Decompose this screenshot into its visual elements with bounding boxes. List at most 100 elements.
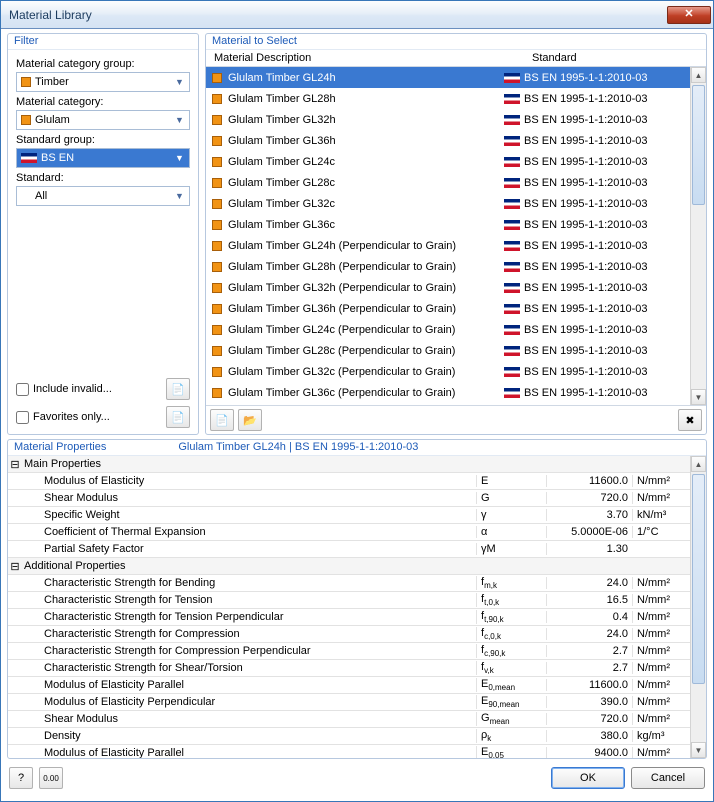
material-list-scrollbar[interactable]: ▲ ▼ <box>690 67 706 405</box>
material-row[interactable]: Glulam Timber GL32hBS EN 1995-1-1:2010-0… <box>206 109 690 130</box>
uk-flag-icon <box>504 325 520 335</box>
chevron-down-icon: ▼ <box>172 153 187 163</box>
material-standard: BS EN 1995-1-1:2010-03 <box>524 93 690 105</box>
uk-flag-icon <box>504 157 520 167</box>
include-invalid-checkbox[interactable] <box>16 383 29 396</box>
select-heading: Material to Select <box>206 34 706 50</box>
scroll-up-button[interactable]: ▲ <box>691 456 706 472</box>
window-title: Material Library <box>9 8 667 22</box>
prop-name: Characteristic Strength for Compression … <box>22 645 476 657</box>
material-swatch-icon <box>212 157 222 167</box>
material-row[interactable]: Glulam Timber GL28hBS EN 1995-1-1:2010-0… <box>206 88 690 109</box>
material-description: Glulam Timber GL24h <box>228 72 504 84</box>
favorites-only-checkbox[interactable] <box>16 411 29 424</box>
ok-button[interactable]: OK <box>551 767 625 789</box>
material-row[interactable]: Glulam Timber GL36h (Perpendicular to Gr… <box>206 298 690 319</box>
material-library-window: Material Library ✕ Filter Material categ… <box>0 0 714 802</box>
prop-unit: kN/m³ <box>632 509 690 521</box>
material-description: Glulam Timber GL36h (Perpendicular to Gr… <box>228 303 504 315</box>
props-section-header[interactable]: ⊟Main Properties <box>8 456 690 473</box>
prop-symbol: ρk <box>476 729 546 743</box>
prop-unit: N/mm² <box>632 679 690 691</box>
material-row[interactable]: Glulam Timber GL32c (Perpendicular to Gr… <box>206 361 690 382</box>
material-swatch-icon <box>212 136 222 146</box>
props-section-header[interactable]: ⊟Additional Properties <box>8 558 690 575</box>
material-row[interactable]: Glulam Timber GL24c (Perpendicular to Gr… <box>206 319 690 340</box>
new-material-button[interactable]: 📄 <box>210 409 234 431</box>
props-scrollbar[interactable]: ▲ ▼ <box>690 456 706 758</box>
material-row[interactable]: Glulam Timber GL28c (Perpendicular to Gr… <box>206 340 690 361</box>
col-description[interactable]: Material Description <box>214 52 532 64</box>
prop-unit: N/mm² <box>632 645 690 657</box>
scroll-thumb[interactable] <box>692 85 705 205</box>
collapse-icon[interactable]: ⊟ <box>8 560 22 573</box>
prop-unit: kg/m³ <box>632 730 690 742</box>
property-row: Partial Safety FactorγM1.30 <box>8 541 690 558</box>
window-body: Filter Material category group: Timber ▼… <box>1 29 713 801</box>
material-row[interactable]: Glulam Timber GL24hBS EN 1995-1-1:2010-0… <box>206 67 690 88</box>
material-row[interactable]: Glulam Timber GL20cBS EN 14080:2013-08 <box>206 403 690 405</box>
scroll-down-button[interactable]: ▼ <box>691 389 706 405</box>
material-description: Glulam Timber GL28c <box>228 177 504 189</box>
cat-group-value: Timber <box>35 76 168 88</box>
cat-group-combo[interactable]: Timber ▼ <box>16 72 190 92</box>
material-list: Glulam Timber GL24h BS EN 1995-1-1:2010-0… <box>206 67 706 405</box>
material-row[interactable]: Glulam Timber GL24cBS EN 1995-1-1:2010-0… <box>206 151 690 172</box>
material-description: Glulam Timber GL36c <box>228 219 504 231</box>
prop-name: Modulus of Elasticity Parallel <box>22 747 476 758</box>
chevron-down-icon: ▼ <box>172 77 187 87</box>
std-label: Standard: <box>16 172 190 184</box>
material-row[interactable]: Glulam Timber GL28h (Perpendicular to Gr… <box>206 256 690 277</box>
prop-symbol: E0,05 <box>476 746 546 758</box>
material-description: Glulam Timber GL24h (Perpendicular to Gr… <box>228 240 504 252</box>
material-row[interactable]: Glulam Timber GL36hBS EN 1995-1-1:2010-0… <box>206 130 690 151</box>
collapse-icon[interactable]: ⊟ <box>8 458 22 471</box>
material-standard: BS EN 1995-1-1:2010-03 <box>524 387 690 399</box>
std-combo[interactable]: All ▼ <box>16 186 190 206</box>
material-row[interactable]: Glulam Timber GL24h (Perpendicular to Gr… <box>206 235 690 256</box>
scroll-down-button[interactable]: ▼ <box>691 742 706 758</box>
material-row[interactable]: Glulam Timber GL32h (Perpendicular to Gr… <box>206 277 690 298</box>
material-row[interactable]: Glulam Timber GL32cBS EN 1995-1-1:2010-0… <box>206 193 690 214</box>
material-row[interactable]: Glulam Timber GL36c (Perpendicular to Gr… <box>206 382 690 403</box>
prop-unit: N/mm² <box>632 577 690 589</box>
material-row[interactable]: Glulam Timber GL28cBS EN 1995-1-1:2010-0… <box>206 172 690 193</box>
material-standard: BS EN 1995-1-1:2010-03 <box>524 303 690 315</box>
prop-name: Characteristic Strength for Compression <box>22 628 476 640</box>
prop-symbol: γ <box>476 509 546 521</box>
property-row: Modulus of ElasticityE11600.0N/mm² <box>8 473 690 490</box>
material-swatch-icon <box>212 304 222 314</box>
material-standard: BS EN 1995-1-1:2010-03 <box>524 345 690 357</box>
std-value: All <box>35 190 168 202</box>
scroll-thumb[interactable] <box>692 474 705 684</box>
material-swatch-icon <box>212 73 222 83</box>
col-standard[interactable]: Standard <box>532 52 702 64</box>
material-description: Glulam Timber GL28h (Perpendicular to Gr… <box>228 261 504 273</box>
include-invalid-options-button[interactable]: 📄 <box>166 378 190 400</box>
prop-name: Characteristic Strength for Tension <box>22 594 476 606</box>
cat-label: Material category: <box>16 96 190 108</box>
titlebar[interactable]: Material Library ✕ <box>1 1 713 29</box>
cancel-button[interactable]: Cancel <box>631 767 705 789</box>
delete-material-button[interactable]: ✖ <box>678 409 702 431</box>
units-button[interactable]: 0.00 <box>39 767 63 789</box>
chevron-down-icon: ▼ <box>172 115 187 125</box>
close-button[interactable]: ✕ <box>667 6 711 24</box>
std-group-combo[interactable]: BS EN ▼ <box>16 148 190 168</box>
cat-combo[interactable]: Glulam ▼ <box>16 110 190 130</box>
material-standard: BS EN 1995-1-1:2010-03 <box>524 282 690 294</box>
material-description: Glulam Timber GL36h <box>228 135 504 147</box>
favorites-only-label: Favorites only... <box>33 411 110 423</box>
material-swatch-icon <box>212 388 222 398</box>
open-folder-button[interactable]: 📂 <box>238 409 262 431</box>
favorites-options-button[interactable]: 📄 <box>166 406 190 428</box>
material-description: Glulam Timber GL32c (Perpendicular to Gr… <box>228 366 504 378</box>
scroll-up-button[interactable]: ▲ <box>691 67 706 83</box>
help-button[interactable]: ? <box>9 767 33 789</box>
material-row[interactable]: Glulam Timber GL36cBS EN 1995-1-1:2010-0… <box>206 214 690 235</box>
prop-value: 24.0 <box>546 577 632 589</box>
material-standard: BS EN 1995-1-1:2010-03 <box>524 261 690 273</box>
material-properties-panel: Material Properties Glulam Timber GL24h … <box>7 439 707 759</box>
prop-value: 1.30 <box>546 543 632 555</box>
prop-symbol: G <box>476 492 546 504</box>
